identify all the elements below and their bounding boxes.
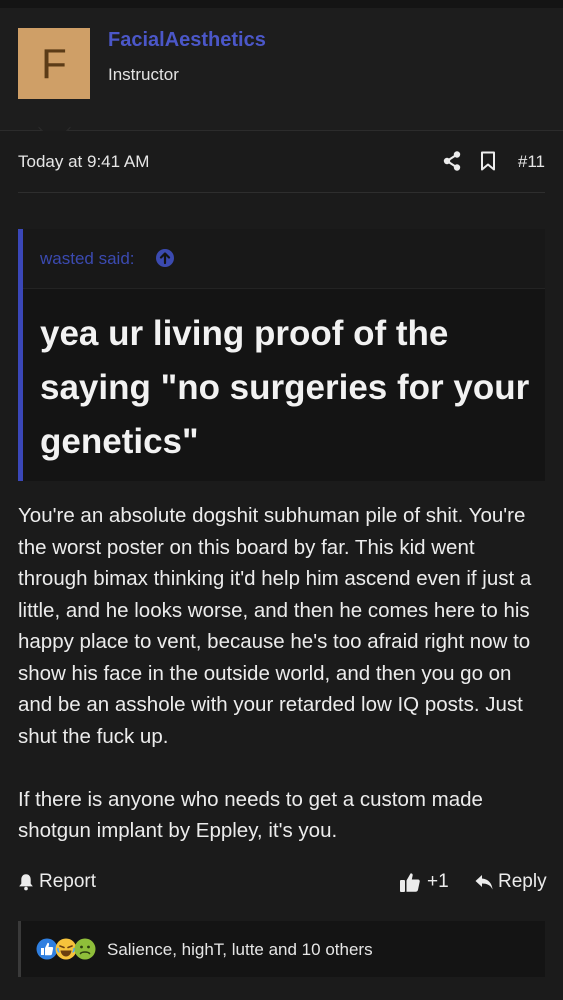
username-link[interactable]: FacialAesthetics — [108, 29, 266, 52]
like-button[interactable]: +1 — [399, 871, 449, 893]
user-header: F FacialAesthetics Instructor — [0, 8, 563, 131]
reactions-bar[interactable]: Salience, highT, lutte and 10 others — [18, 921, 545, 977]
bell-icon — [19, 874, 33, 891]
quote-header: wasted said: — [23, 229, 545, 289]
quote-content: yea ur living proof of the saying "no su… — [40, 314, 530, 461]
reactions-summary[interactable]: Salience, highT, lutte and 10 others — [107, 940, 373, 960]
share-icon[interactable] — [442, 150, 462, 172]
post-date-link[interactable]: Today at 9:41 AM — [18, 152, 149, 172]
avatar[interactable]: F — [18, 28, 90, 99]
bookmark-icon[interactable] — [480, 151, 496, 171]
post-number-link[interactable]: #11 — [518, 152, 545, 172]
post-meta-row: Today at 9:41 AM #11 — [18, 150, 545, 174]
quote-block: wasted said: yea ur living proof of the … — [18, 229, 545, 481]
user-title: Instructor — [108, 65, 179, 84]
meta-divider — [18, 192, 545, 193]
reply-label: Reply — [498, 871, 547, 892]
quote-attribution-link[interactable]: wasted said: — [40, 249, 135, 269]
arrow-up-circle-icon[interactable] — [155, 248, 175, 268]
report-button[interactable]: Report — [18, 871, 96, 893]
sick-reaction-icon — [74, 938, 96, 960]
reply-button[interactable]: Reply — [474, 871, 547, 893]
report-label: Report — [39, 871, 97, 892]
message-content: You're an absolute dogshit subhuman pile… — [18, 500, 548, 847]
thumbs-up-icon — [400, 873, 420, 892]
post-actions: Report +1 Reply — [18, 871, 547, 897]
reply-icon — [475, 875, 493, 890]
message-paragraph: If there is anyone who needs to get a cu… — [18, 787, 483, 843]
like-count: +1 — [427, 871, 449, 892]
message-paragraph: You're an absolute dogshit subhuman pile… — [18, 504, 532, 748]
reaction-icons — [36, 938, 106, 960]
top-edge — [0, 0, 563, 8]
